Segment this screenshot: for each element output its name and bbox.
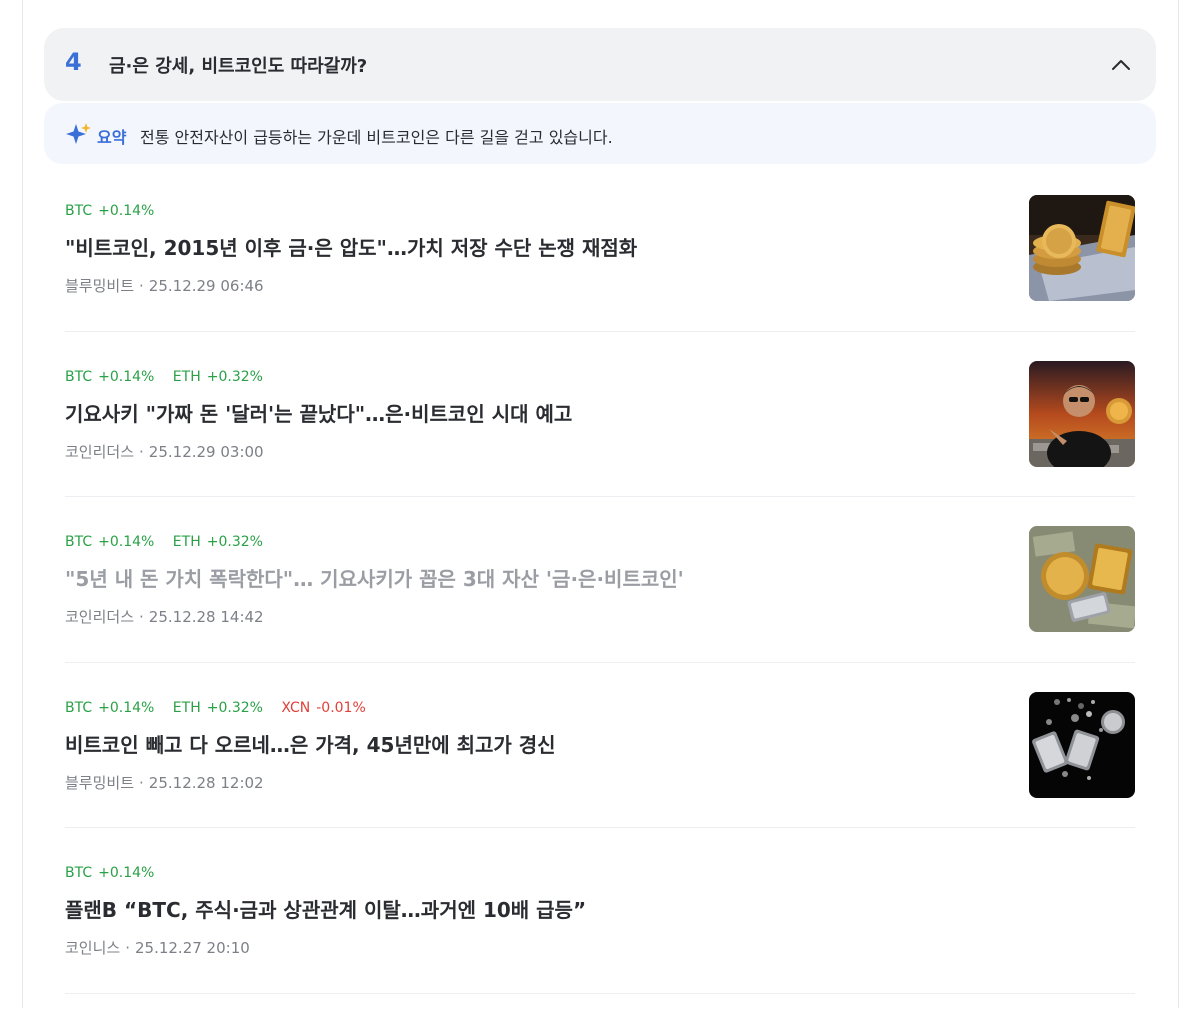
summary-label: 요약 — [97, 128, 127, 147]
news-headline[interactable]: 기요사키 "가짜 돈 '달러'는 끝났다"…은·비트코인 시대 예고 — [65, 398, 572, 427]
news-meta: 블루밍비트 · 25.12.29 06:46 — [65, 277, 264, 295]
news-item[interactable]: BTC +0.14% 플랜B “BTC, 주식·금과 상관관계 이탈…과거엔 10… — [65, 857, 1135, 1022]
news-source: 코인니스 — [65, 939, 121, 957]
ticker-chip[interactable]: BTC +0.14% — [65, 534, 154, 550]
news-item[interactable]: BTC +0.14% ETH +0.32% XCN -0.01% 비트코인 빼고 다 … — [65, 692, 1135, 857]
topic-title: 금·은 강세, 비트코인도 따라갈까? — [109, 56, 368, 77]
silver-bars-thumbnail[interactable] — [1029, 692, 1135, 798]
news-headline[interactable]: 비트코인 빼고 다 오르네…은 가격, 45년만에 최고가 경신 — [65, 729, 556, 758]
news-source: 코인리더스 — [65, 608, 135, 626]
chevron-up-icon[interactable] — [1110, 54, 1132, 76]
kiyosaki-thumbnail[interactable] — [1029, 361, 1135, 467]
summary-text: 전통 안전자산이 급등하는 가운데 비트코인은 다른 길을 걷고 있습니다. — [140, 128, 613, 147]
ticker-list: BTC +0.14% — [65, 203, 168, 219]
ticker-chip[interactable]: BTC +0.14% — [65, 369, 154, 385]
news-headline[interactable]: "비트코인, 2015년 이후 금·은 압도"…가치 저장 수단 논쟁 재점화 — [65, 232, 637, 261]
news-datetime: 25.12.29 06:46 — [148, 277, 264, 295]
news-meta: 블루밍비트 · 25.12.28 12:02 — [65, 774, 264, 792]
topic-number: 4 — [65, 48, 82, 76]
topic-header[interactable]: 4 금·은 강세, 비트코인도 따라갈까? — [44, 28, 1156, 101]
divider — [65, 827, 1135, 828]
ticker-list: BTC +0.14% ETH +0.32% — [65, 534, 277, 550]
news-headline[interactable]: 플랜B “BTC, 주식·금과 상관관계 이탈…과거엔 10배 급등” — [65, 894, 586, 923]
ticker-list: BTC +0.14% ETH +0.32% — [65, 369, 277, 385]
gold-silver-bitcoin-thumbnail[interactable] — [1029, 526, 1135, 632]
news-datetime: 25.12.28 14:42 — [148, 608, 264, 626]
news-source: 블루밍비트 — [65, 774, 135, 792]
ticker-chip[interactable]: ETH +0.32% — [173, 369, 263, 385]
news-datetime: 25.12.27 20:10 — [134, 939, 250, 957]
summary-box: 요약 전통 안전자산이 급등하는 가운데 비트코인은 다른 길을 걷고 있습니다… — [44, 103, 1156, 164]
news-item[interactable]: BTC +0.14% "비트코인, 2015년 이후 금·은 압도"…가치 저장 … — [65, 195, 1135, 360]
divider — [65, 662, 1135, 663]
news-datetime: 25.12.28 12:02 — [148, 774, 264, 792]
news-meta: 코인니스 · 25.12.27 20:10 — [65, 939, 250, 957]
divider — [65, 993, 1135, 994]
ticker-chip[interactable]: XCN -0.01% — [281, 700, 365, 716]
ticker-chip[interactable]: BTC +0.14% — [65, 865, 154, 881]
ticker-list: BTC +0.14% — [65, 865, 168, 881]
news-item[interactable]: BTC +0.14% ETH +0.32% "5년 내 돈 가치 폭락한다"… 기요… — [65, 526, 1135, 691]
bitcoin-gold-dollar-thumbnail[interactable] — [1029, 195, 1135, 301]
news-meta: 코인리더스 · 25.12.29 03:00 — [65, 443, 264, 461]
divider — [65, 331, 1135, 332]
news-headline[interactable]: "5년 내 돈 가치 폭락한다"… 기요사키가 꼽은 3대 자산 '금·은·비트… — [65, 563, 684, 592]
divider — [65, 496, 1135, 497]
ticker-chip[interactable]: ETH +0.32% — [173, 534, 263, 550]
news-source: 코인리더스 — [65, 443, 135, 461]
news-source: 블루밍비트 — [65, 277, 135, 295]
ticker-chip[interactable]: BTC +0.14% — [65, 203, 154, 219]
ticker-chip[interactable]: ETH +0.32% — [173, 700, 263, 716]
news-item[interactable]: BTC +0.14% ETH +0.32% 기요사키 "가짜 돈 '달러'는 끝났다… — [65, 361, 1135, 526]
ticker-chip[interactable]: BTC +0.14% — [65, 700, 154, 716]
news-meta: 코인리더스 · 25.12.28 14:42 — [65, 608, 264, 626]
sparkle-icon — [66, 123, 91, 144]
news-datetime: 25.12.29 03:00 — [148, 443, 264, 461]
ticker-list: BTC +0.14% ETH +0.32% XCN -0.01% — [65, 700, 380, 716]
